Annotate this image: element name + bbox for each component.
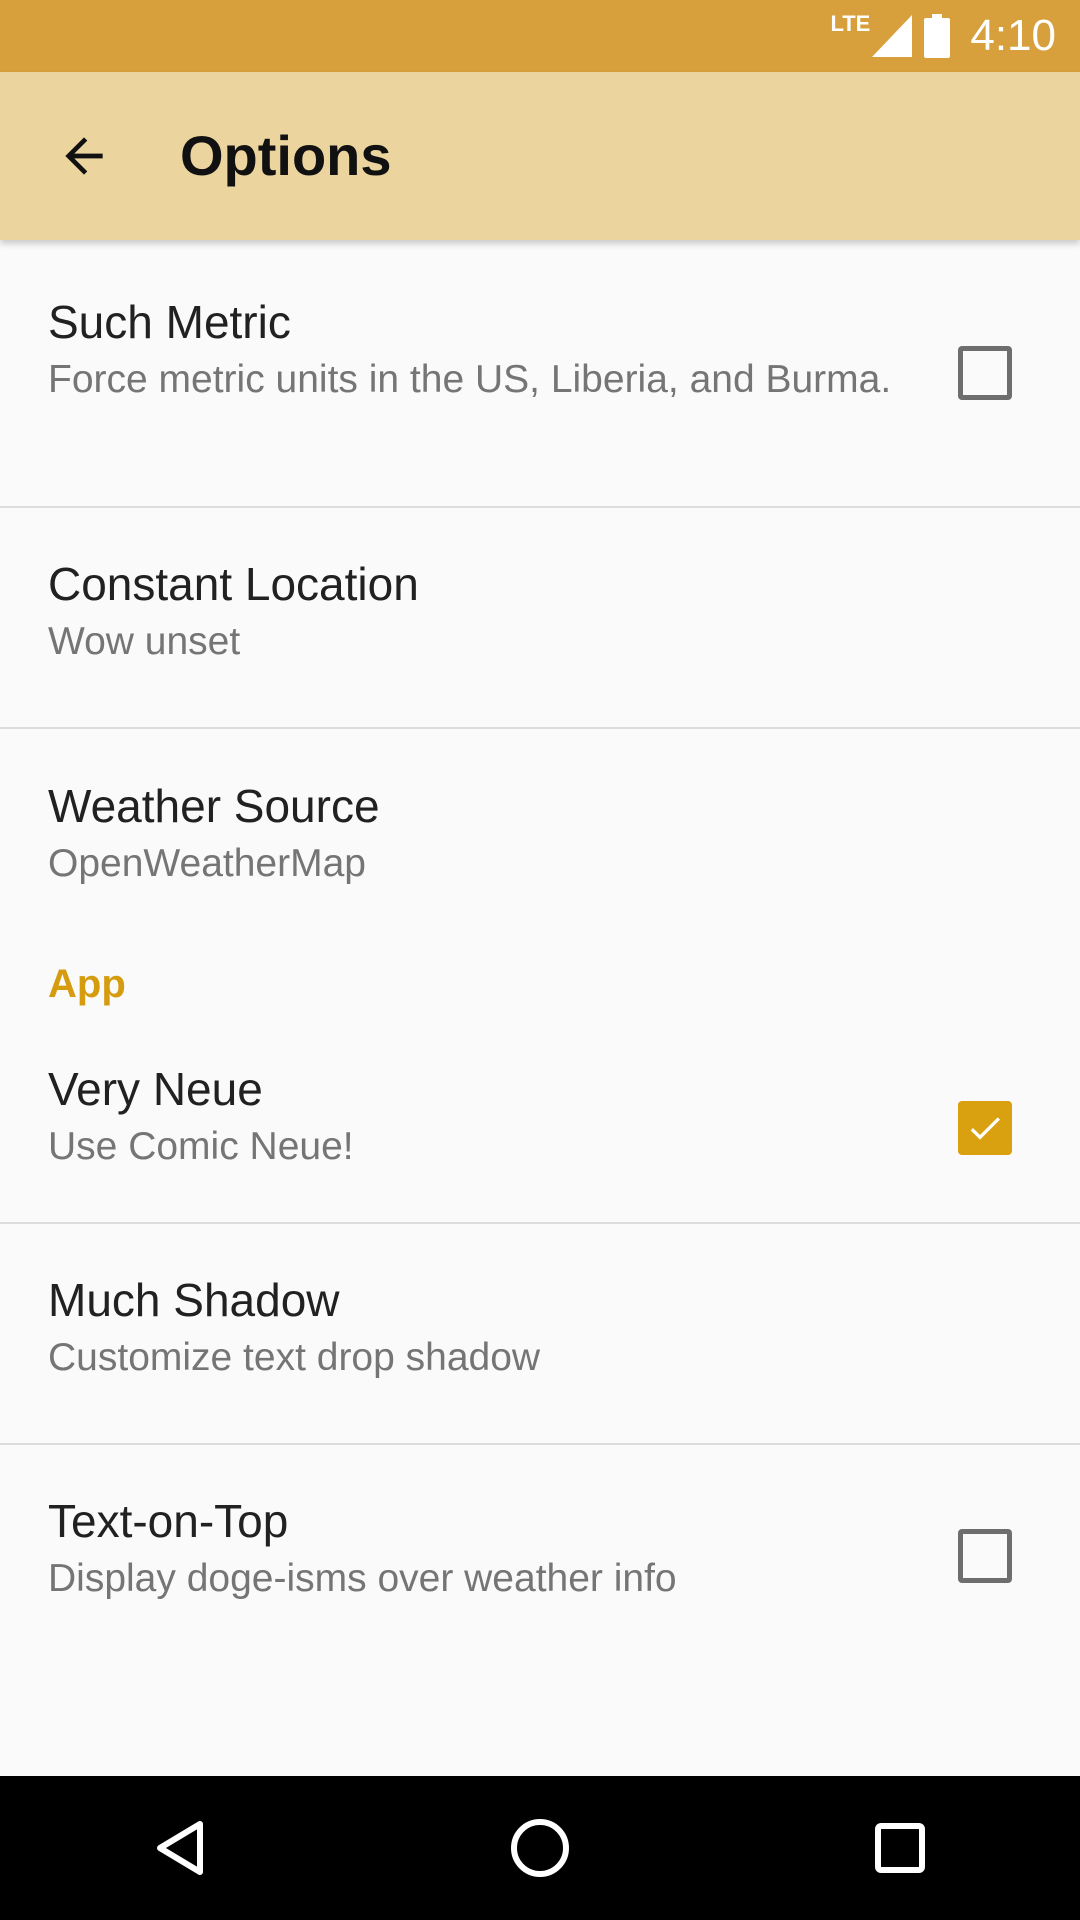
pref-text-on-top[interactable]: Text-on-Top Display doge-isms over weath… [0,1445,1080,1665]
lte-label: LTE [830,11,871,36]
pref-summary: Wow unset [48,620,241,663]
pref-summary: OpenWeatherMap [48,842,366,885]
category-header-app: App [48,962,126,1006]
pref-title: Very Neue [48,1063,263,1115]
battery-icon [924,14,951,58]
status-bar: LTE 4:10 [0,0,1080,72]
back-button[interactable] [36,108,132,204]
pref-summary: Display doge-isms over weather info [48,1557,677,1600]
pref-summary: Use Comic Neue! [48,1125,354,1168]
pref-much-shadow[interactable]: Much Shadow Customize text drop shadow [0,1224,1080,1443]
pref-title: Such Metric [48,296,291,348]
nav-back-button[interactable] [130,1798,230,1898]
text-on-top-checkbox[interactable] [958,1529,1012,1583]
pref-title: Constant Location [48,558,419,610]
nav-recents-button[interactable] [850,1798,950,1898]
pref-weather-source[interactable]: Weather Source OpenWeatherMap [0,729,1080,939]
arrow-back-icon [65,137,103,175]
status-time: 4:10 [970,11,1056,60]
pref-very-neue[interactable]: Very Neue Use Comic Neue! [0,1029,1080,1222]
check-icon [970,1117,1000,1140]
such-metric-checkbox[interactable] [958,346,1012,400]
very-neue-checkbox[interactable] [958,1101,1012,1155]
home-circle-icon [511,1819,569,1877]
navigation-bar [0,1776,1080,1920]
nav-home-button[interactable] [490,1798,590,1898]
pref-title: Text-on-Top [48,1495,289,1547]
back-triangle-icon [157,1821,203,1875]
pref-constant-location[interactable]: Constant Location Wow unset [0,508,1080,727]
app-bar: Options [0,72,1080,240]
preference-list: Such Metric Force metric units in the US… [0,240,1080,1665]
pref-summary: Force metric units in the US, Liberia, a… [48,358,892,401]
signal-icon [872,15,913,57]
pref-title: Much Shadow [48,1274,340,1326]
page-title: Options [180,124,392,187]
status-icons: LTE 4:10 [830,0,1056,72]
pref-such-metric[interactable]: Such Metric Force metric units in the US… [0,240,1080,506]
pref-summary: Customize text drop shadow [48,1336,541,1379]
recents-square-icon [875,1823,925,1873]
pref-title: Weather Source [48,780,380,832]
